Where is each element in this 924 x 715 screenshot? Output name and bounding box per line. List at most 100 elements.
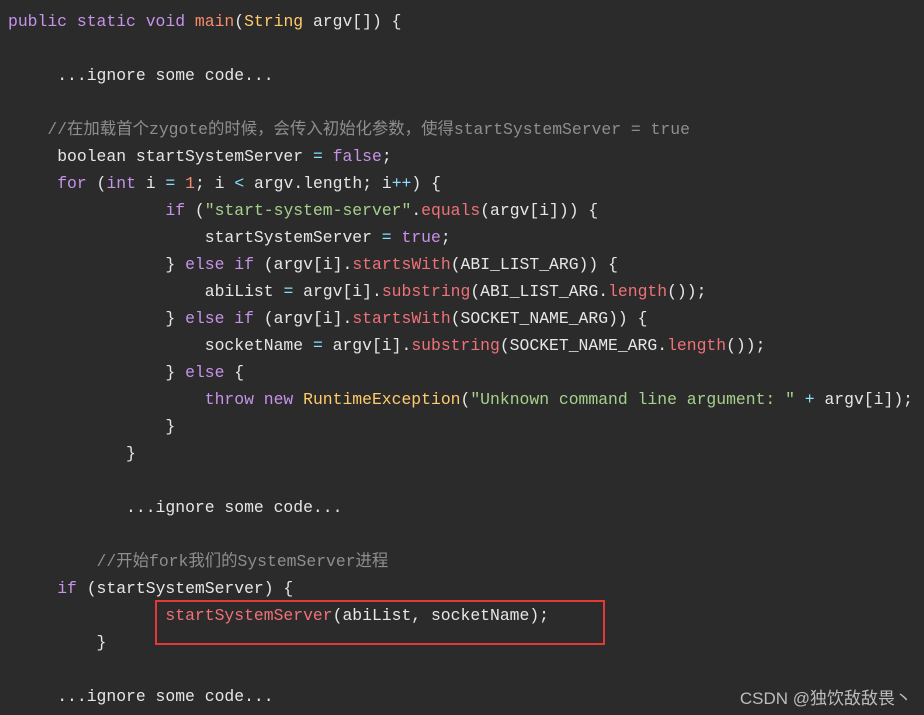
- keyword: else if: [185, 309, 254, 328]
- keyword: true: [401, 228, 441, 247]
- code-line: socketName = argv[i].substring(SOCKET_NA…: [8, 332, 913, 359]
- method-name: length: [667, 336, 727, 355]
- operator: ++: [391, 174, 412, 193]
- code-text: (argv[i].: [253, 255, 353, 274]
- operator: <: [234, 174, 245, 193]
- type-name: String: [244, 12, 304, 31]
- code-line: if (startSystemServer) {: [8, 575, 913, 602]
- code-line: }: [8, 413, 913, 440]
- code-text: (argv[i].: [253, 309, 353, 328]
- code-text: .: [411, 201, 422, 220]
- code-text: ());: [726, 336, 766, 355]
- code-text: ;: [440, 228, 451, 247]
- operator: =: [165, 174, 176, 193]
- keyword: else if: [185, 255, 254, 274]
- code-text: }: [165, 363, 186, 382]
- code-text: ) {: [411, 174, 441, 193]
- code-line: ...ignore some code...: [8, 494, 913, 521]
- code-line: for (int i = 1; i < argv.length; i++) {: [8, 170, 913, 197]
- string-literal: "Unknown command line argument: ": [470, 390, 795, 409]
- code-text: i: [135, 174, 166, 193]
- code-text: socketName: [204, 336, 313, 355]
- keyword: for: [57, 174, 87, 193]
- code-text: ...ignore some code...: [126, 498, 343, 517]
- code-line: startSystemServer = true;: [8, 224, 913, 251]
- code-text: {: [224, 363, 245, 382]
- code-text: argv.length; i: [244, 174, 392, 193]
- code-text: }: [96, 633, 107, 652]
- method-name: length: [608, 282, 668, 301]
- comment: //开始fork我们的SystemServer进程: [96, 552, 389, 571]
- code-text: (SOCKET_NAME_ARG)) {: [450, 309, 648, 328]
- code-line: ...ignore some code...: [8, 62, 913, 89]
- number-literal: 1: [185, 174, 195, 193]
- code-line: public static void main(String argv[]) {: [8, 8, 913, 35]
- class-name: RuntimeException: [303, 390, 461, 409]
- code-text: boolean startSystemServer: [57, 147, 313, 166]
- code-text: }: [165, 417, 176, 436]
- comment: //在加载首个zygote的时候，会传入初始化参数，使得startSystemS…: [47, 120, 690, 139]
- code-text: (: [234, 12, 245, 31]
- code-line: } else if (argv[i].startsWith(SOCKET_NAM…: [8, 305, 913, 332]
- code-text: startSystemServer: [204, 228, 382, 247]
- code-line: abiList = argv[i].substring(ABI_LIST_ARG…: [8, 278, 913, 305]
- code-text: }: [165, 309, 186, 328]
- keyword: throw new: [204, 390, 304, 409]
- code-text: (ABI_LIST_ARG.: [470, 282, 609, 301]
- operator: =: [312, 147, 323, 166]
- keyword: int: [106, 174, 136, 193]
- code-text: (SOCKET_NAME_ARG.: [499, 336, 668, 355]
- method-name: substring: [411, 336, 500, 355]
- code-text: ;: [381, 147, 392, 166]
- operator: =: [312, 336, 323, 355]
- code-line: //开始fork我们的SystemServer进程: [8, 548, 913, 575]
- code-text: argv[i].: [322, 336, 412, 355]
- code-text: (argv[i])) {: [480, 201, 599, 220]
- code-text: (ABI_LIST_ARG)) {: [450, 255, 618, 274]
- code-line: throw new RuntimeException("Unknown comm…: [8, 386, 913, 413]
- code-text: (startSystemServer) {: [76, 579, 294, 598]
- operator: =: [381, 228, 392, 247]
- highlight-box: [155, 600, 605, 645]
- code-text: (: [86, 174, 107, 193]
- keyword: if: [57, 579, 77, 598]
- code-line: }: [8, 440, 913, 467]
- code-text: }: [126, 444, 136, 463]
- function-name: main: [194, 12, 235, 31]
- keyword: else: [185, 363, 225, 382]
- code-line: boolean startSystemServer = false;: [8, 143, 913, 170]
- code-text: ...ignore some code...: [57, 687, 274, 706]
- code-line: //在加载首个zygote的时候，会传入初始化参数，使得startSystemS…: [8, 116, 913, 143]
- watermark: CSDN @独饮敌敌畏丶: [739, 689, 912, 708]
- code-text: ; i: [194, 174, 235, 193]
- operator: =: [283, 282, 294, 301]
- code-text: ());: [667, 282, 707, 301]
- string-literal: "start-system-server": [204, 201, 412, 220]
- method-name: startsWith: [352, 309, 451, 328]
- operator: +: [804, 390, 815, 409]
- code-line: } else if (argv[i].startsWith(ABI_LIST_A…: [8, 251, 913, 278]
- method-name: startsWith: [352, 255, 451, 274]
- code-line: } else {: [8, 359, 913, 386]
- code-text: (: [460, 390, 471, 409]
- keyword: public static void: [8, 12, 195, 31]
- method-name: equals: [421, 201, 481, 220]
- code-text: ...ignore some code...: [57, 66, 274, 85]
- keyword: if: [165, 201, 186, 220]
- code-text: }: [165, 255, 186, 274]
- code-line: if ("start-system-server".equals(argv[i]…: [8, 197, 913, 224]
- code-text: abiList: [204, 282, 284, 301]
- code-text: argv[]) {: [303, 12, 402, 31]
- code-text: argv[i].: [293, 282, 382, 301]
- code-text: (: [185, 201, 205, 220]
- keyword: false: [332, 147, 382, 166]
